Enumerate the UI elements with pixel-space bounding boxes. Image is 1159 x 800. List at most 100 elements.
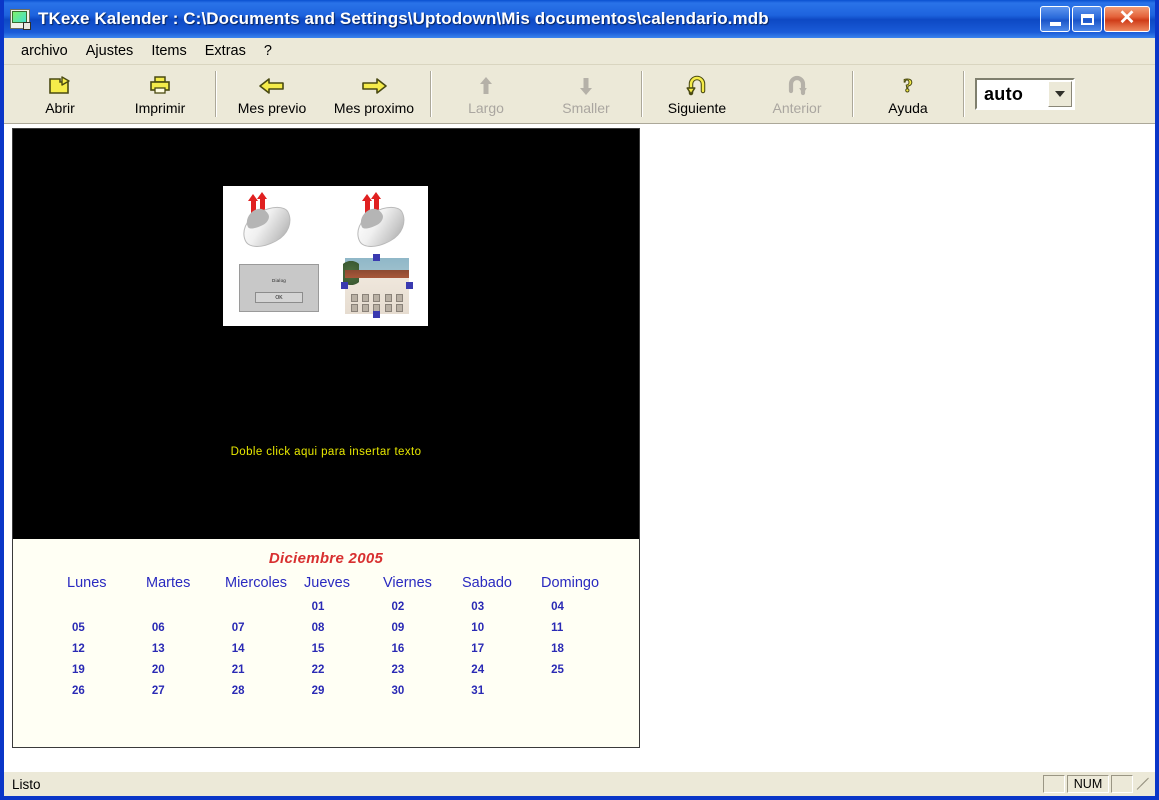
chevron-down-icon[interactable] <box>1048 81 1072 107</box>
day-cell[interactable]: 18 <box>546 643 626 664</box>
instruction-image[interactable]: Dialog OK <box>223 186 428 326</box>
maximize-icon <box>1080 13 1094 25</box>
status-message: Listo <box>12 776 41 792</box>
day-cell[interactable]: 05 <box>67 622 147 643</box>
toolbar-button-ayuda[interactable]: ? Ayuda <box>858 65 958 123</box>
weekday-jueves: Jueves <box>304 575 350 591</box>
toolbar-button-imprimir[interactable]: Imprimir <box>110 65 210 123</box>
minimize-icon <box>1049 21 1061 26</box>
toolbar-button-mes-proximo[interactable]: Mes proximo <box>323 65 425 123</box>
day-cell[interactable]: 16 <box>386 643 466 664</box>
calendar-month-title[interactable]: Diciembre 2005 <box>13 550 639 567</box>
weekday-domingo: Domingo <box>541 575 600 591</box>
day-cell[interactable]: 20 <box>147 664 227 685</box>
day-cell[interactable]: 14 <box>227 643 307 664</box>
day-cell[interactable]: 24 <box>466 664 546 685</box>
calendar-document-icon <box>10 8 31 30</box>
day-cell[interactable]: 02 <box>386 601 466 622</box>
day-cell[interactable]: 21 <box>227 664 307 685</box>
toolbar-label-abrir: Abrir <box>45 99 75 116</box>
calendar-week-row: 05 06 07 08 09 10 11 <box>26 622 626 643</box>
toolbar-button-largo[interactable]: Largo <box>436 65 536 123</box>
close-icon: ✕ <box>1118 7 1136 29</box>
day-cell[interactable]: 04 <box>546 601 626 622</box>
arrow-down-icon <box>576 73 596 99</box>
day-cell[interactable]: 19 <box>67 664 147 685</box>
resize-handle-right <box>406 282 413 289</box>
menu-item-extras[interactable]: Extras <box>196 40 255 62</box>
mini-dialog-ok-button: OK <box>255 292 303 303</box>
day-cell[interactable] <box>546 685 626 706</box>
calendar-region[interactable]: Diciembre 2005 Lunes Martes Miercoles Ju… <box>13 539 639 747</box>
toolbar-button-anterior[interactable]: Anterior <box>747 65 847 123</box>
day-cell[interactable]: 30 <box>386 685 466 706</box>
calendar-page-preview[interactable]: Dialog OK Doble click aqui para insertar… <box>12 128 640 748</box>
menu-item-ajustes[interactable]: Ajustes <box>77 40 143 62</box>
arrow-left-icon <box>257 73 287 99</box>
toolbar-separator-5 <box>963 71 964 117</box>
day-cell[interactable] <box>227 601 307 622</box>
day-cell[interactable]: 23 <box>386 664 466 685</box>
day-cell[interactable]: 06 <box>147 622 227 643</box>
calendar-weekday-header-row: Lunes Martes Miercoles Jueves Viernes Sa… <box>26 575 626 601</box>
day-cell[interactable]: 07 <box>227 622 307 643</box>
day-cell[interactable]: 15 <box>307 643 387 664</box>
weekday-sabado: Sabado <box>462 575 512 591</box>
minimize-button[interactable] <box>1040 6 1070 32</box>
day-cell[interactable]: 09 <box>386 622 466 643</box>
photo-placeholder-region[interactable]: Dialog OK Doble click aqui para insertar… <box>13 129 639 539</box>
maximize-button[interactable] <box>1072 6 1102 32</box>
day-cell[interactable]: 31 <box>466 685 546 706</box>
weekday-martes: Martes <box>146 575 191 591</box>
calendar-week-row: 12 13 14 15 16 17 18 <box>26 643 626 664</box>
day-cell[interactable]: 25 <box>546 664 626 685</box>
work-area[interactable]: Dialog OK Doble click aqui para insertar… <box>4 124 1155 771</box>
menu-item-help[interactable]: ? <box>255 40 281 62</box>
zoom-select[interactable]: auto <box>975 78 1075 110</box>
day-cell[interactable]: 10 <box>466 622 546 643</box>
title-bar[interactable]: TKexe Kalender : C:\Documents and Settin… <box>4 0 1155 38</box>
toolbar: Abrir Imprimir Mes previo Mes proximo La… <box>4 65 1155 124</box>
toolbar-label-largo: Largo <box>468 99 504 116</box>
day-cell[interactable]: 12 <box>67 643 147 664</box>
toolbar-label-ayuda: Ayuda <box>888 99 928 116</box>
toolbar-button-smaller[interactable]: Smaller <box>536 65 636 123</box>
day-cell[interactable]: 17 <box>466 643 546 664</box>
zoom-select-value: auto <box>984 83 1024 104</box>
status-pane-num: NUM <box>1067 775 1109 793</box>
day-cell[interactable] <box>147 601 227 622</box>
day-cell[interactable]: 03 <box>466 601 546 622</box>
weekday-viernes: Viernes <box>383 575 432 591</box>
menu-item-archivo[interactable]: archivo <box>12 40 77 62</box>
day-cell[interactable]: 11 <box>546 622 626 643</box>
toolbar-button-mes-previo[interactable]: Mes previo <box>221 65 323 123</box>
day-cell[interactable]: 01 <box>307 601 387 622</box>
close-button[interactable]: ✕ <box>1104 6 1150 32</box>
day-cell[interactable]: 29 <box>307 685 387 706</box>
day-cell[interactable]: 28 <box>227 685 307 706</box>
window-title: TKexe Kalender : C:\Documents and Settin… <box>38 9 769 28</box>
day-cell[interactable]: 27 <box>147 685 227 706</box>
house-photo-illustration <box>343 258 409 314</box>
arrow-up-icon <box>476 73 496 99</box>
toolbar-button-siguiente[interactable]: Siguiente <box>647 65 747 123</box>
toolbar-separator-2 <box>430 71 431 117</box>
resize-handle-left <box>341 282 348 289</box>
open-folder-icon <box>47 73 73 99</box>
toolbar-button-abrir[interactable]: Abrir <box>10 65 110 123</box>
day-cell[interactable]: 13 <box>147 643 227 664</box>
window-controls: ✕ <box>1040 6 1150 32</box>
insert-text-hint[interactable]: Doble click aqui para insertar texto <box>13 446 639 458</box>
day-cell[interactable]: 08 <box>307 622 387 643</box>
day-cell[interactable] <box>67 601 147 622</box>
resize-grip-icon[interactable] <box>1135 776 1151 792</box>
weekday-miercoles: Miercoles <box>225 575 288 591</box>
day-cell[interactable]: 22 <box>307 664 387 685</box>
weekday-lunes: Lunes <box>67 575 107 591</box>
day-cell[interactable]: 26 <box>67 685 147 706</box>
toolbar-label-anterior: Anterior <box>772 99 822 116</box>
toolbar-label-mes-proximo: Mes proximo <box>333 99 415 116</box>
screenshot-root: TKexe Kalender : C:\Documents and Settin… <box>0 0 1159 800</box>
menu-item-items[interactable]: Items <box>142 40 195 62</box>
printer-icon <box>147 73 173 99</box>
